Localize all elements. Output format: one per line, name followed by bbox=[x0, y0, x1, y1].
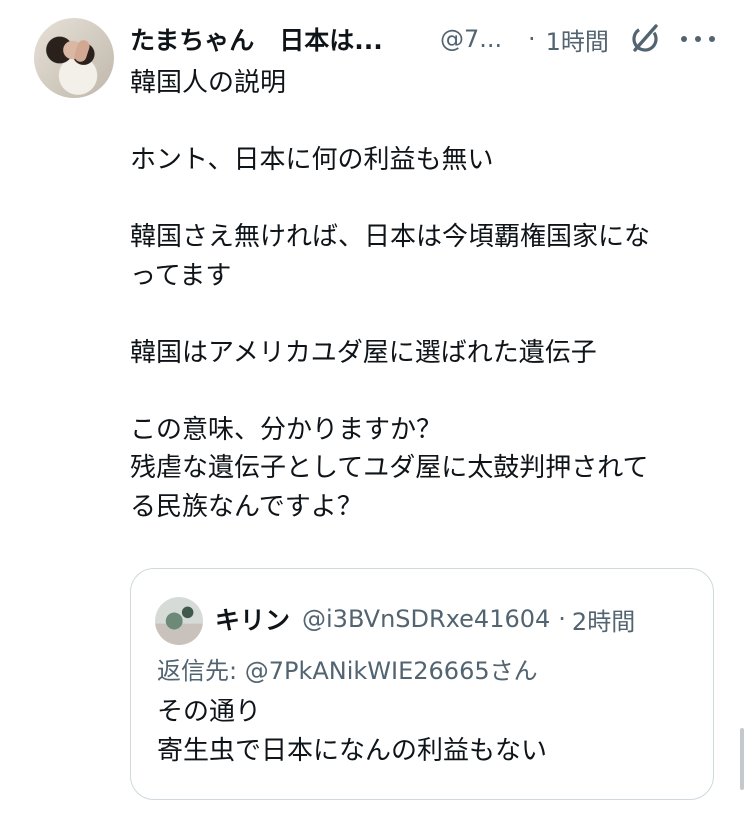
quoted-tweet-header: キリン @i3BVnSDRxe41604 · 2時間 bbox=[215, 599, 693, 639]
tweet-timestamp[interactable]: 1時間 bbox=[546, 22, 609, 57]
quoted-author-handle[interactable]: @i3BVnSDRxe41604 bbox=[302, 605, 550, 633]
tweet-header: たまちゃん 日本は... @7... · 1時間 bbox=[130, 18, 730, 60]
more-icon[interactable] bbox=[680, 27, 715, 51]
reply-to-line: 返信先: @7PkANikWIE26665さん bbox=[157, 651, 538, 686]
grok-icon[interactable] bbox=[627, 21, 663, 57]
header-separator: · bbox=[528, 25, 536, 53]
tweet-line: 韓国はアメリカユダ屋に選ばれた遺伝子 bbox=[130, 337, 597, 368]
author-handle[interactable]: @7... bbox=[440, 25, 512, 53]
more-icon-dot bbox=[708, 36, 715, 42]
more-icon-dot bbox=[694, 36, 701, 42]
tweet-line: ホント、日本に何の利益も無い bbox=[130, 145, 494, 175]
tweet-body: 韓国人の説明 ホント、日本に何の利益も無い 韓国さえ無ければ、日本は今頃覇権国家… bbox=[130, 64, 720, 526]
quoted-tweet-line: 寄生虫で日本になんの利益もない bbox=[157, 735, 548, 766]
quoted-tweet-body: その通り 寄生虫で日本になんの利益もない bbox=[157, 693, 697, 770]
tweet-blank-line bbox=[130, 180, 720, 219]
tweet-blank-line bbox=[130, 103, 720, 142]
tweet-line: る民族なんですよ？ bbox=[130, 491, 363, 522]
quoted-tweet-timestamp[interactable]: 2時間 bbox=[572, 602, 635, 637]
quoted-tweet-line: その通り bbox=[157, 697, 262, 727]
quoted-author-display-name[interactable]: キリン bbox=[215, 601, 290, 637]
more-icon-dot bbox=[680, 36, 687, 42]
quoted-header-separator: · bbox=[558, 605, 566, 633]
tweet-blank-line bbox=[130, 372, 720, 411]
quoted-author-avatar[interactable] bbox=[155, 597, 203, 645]
tweet-line: ってます bbox=[130, 260, 232, 291]
tweet-blank-line bbox=[130, 295, 720, 334]
reply-to-suffix: さん bbox=[489, 657, 538, 685]
tweet-line: この意味、分かりますか？ bbox=[130, 414, 443, 445]
reply-to-handle[interactable]: @7PkANikWIE26665 bbox=[245, 657, 490, 685]
tweet-line: 韓国人の説明 bbox=[130, 68, 287, 98]
reply-to-label: 返信先: bbox=[157, 657, 245, 685]
quoted-tweet-card[interactable]: キリン @i3BVnSDRxe41604 · 2時間 返信先: @7PkANik… bbox=[130, 568, 714, 800]
tweet-line: 残虐な遺伝子としてユダ屋に太鼓判押されて bbox=[130, 453, 649, 483]
author-display-name[interactable]: たまちゃん 日本は... bbox=[130, 21, 414, 57]
author-avatar[interactable] bbox=[34, 18, 114, 98]
scrollbar-thumb[interactable] bbox=[740, 728, 744, 790]
tweet-line: 韓国さえ無ければ、日本は今頃覇権国家にな bbox=[130, 222, 651, 252]
